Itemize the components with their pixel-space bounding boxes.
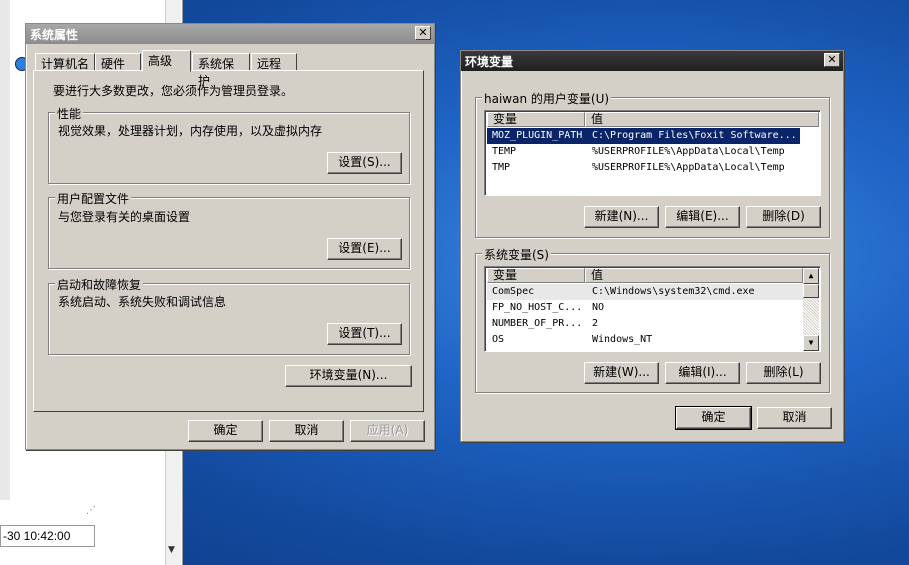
var-name: FP_NO_HOST_C... (492, 302, 583, 313)
var-value: 2 (592, 318, 599, 329)
resize-grip-icon[interactable]: ⋰ (86, 505, 96, 516)
apply-button[interactable]: 应用(A) (350, 420, 425, 442)
user-variables-legend: haiwan 的用户变量(U) (482, 90, 612, 107)
scroll-down-arrow-icon[interactable]: ▼ (168, 545, 175, 555)
user-new-button[interactable]: 新建(N)... (584, 206, 659, 228)
system-col-variable[interactable]: 变量 (487, 268, 585, 283)
var-value: C:\Windows\system32\cmd.exe (592, 286, 755, 297)
tab-remote[interactable]: 远程 (251, 53, 297, 71)
var-value: NO (592, 302, 605, 313)
env-ok-button[interactable]: 确定 (675, 406, 752, 430)
var-name: ComSpec (492, 286, 535, 297)
user-delete-button[interactable]: 删除(D) (746, 206, 821, 228)
environment-variables-titlebar[interactable]: 环境变量 ✕ (461, 51, 843, 71)
scroll-down-arrow-icon[interactable]: ▼ (803, 335, 819, 351)
user-col-value[interactable]: 值 (585, 112, 819, 127)
system-properties-titlebar[interactable]: 系统属性 ✕ (26, 24, 434, 44)
env-cancel-button[interactable]: 取消 (757, 407, 832, 429)
close-icon[interactable]: ✕ (824, 53, 840, 67)
list-item[interactable]: ComSpec C:\Windows\system32\cmd.exe (487, 284, 803, 300)
user-profiles-legend: 用户配置文件 (55, 190, 132, 207)
scroll-thumb[interactable] (803, 284, 819, 298)
background-window-panel (0, 0, 10, 500)
user-profiles-description: 与您登录有关的桌面设置 (58, 210, 191, 224)
tab-computer-name[interactable]: 计算机名 (35, 53, 95, 71)
environment-variables-title: 环境变量 (465, 55, 514, 69)
environment-variables-button[interactable]: 环境变量(N)... (285, 365, 412, 387)
datetime-field[interactable]: -30 10:42:00 (0, 525, 95, 547)
var-name: TMP (492, 162, 511, 173)
performance-settings-button[interactable]: 设置(S)... (327, 152, 402, 174)
system-delete-button[interactable]: 删除(L) (746, 362, 821, 384)
user-edit-button[interactable]: 编辑(E)... (665, 206, 740, 228)
cancel-button[interactable]: 取消 (269, 420, 344, 442)
admin-note: 要进行大多数更改，您必须作为管理员登录。 (53, 84, 294, 98)
list-item[interactable]: OS Windows_NT (487, 332, 803, 348)
system-properties-title: 系统属性 (30, 28, 79, 42)
list-item[interactable]: TEMP %USERPROFILE%\AppData\Local\Temp (487, 144, 820, 160)
tab-system-protection[interactable]: 系统保护 (192, 53, 250, 88)
var-value: %USERPROFILE%\AppData\Local\Temp (592, 146, 785, 157)
var-value: Windows_NT (592, 334, 653, 345)
system-list-scrollbar[interactable]: ▲ ▼ (803, 268, 819, 351)
close-icon[interactable]: ✕ (415, 26, 431, 40)
user-profiles-settings-button[interactable]: 设置(E)... (327, 238, 402, 260)
list-item[interactable]: MOZ_PLUGIN_PATH C:\Program Files\Foxit S… (487, 128, 800, 144)
scroll-up-arrow-icon[interactable]: ▲ (803, 268, 819, 284)
list-item[interactable]: FP_NO_HOST_C... NO (487, 300, 803, 316)
list-item[interactable]: TMP %USERPROFILE%\AppData\Local\Temp (487, 160, 820, 176)
var-name: NUMBER_OF_PR... (492, 318, 583, 329)
startup-recovery-settings-button[interactable]: 设置(T)... (327, 323, 402, 345)
tab-hardware[interactable]: 硬件 (95, 53, 141, 71)
system-col-value[interactable]: 值 (585, 268, 803, 283)
var-name: MOZ_PLUGIN_PATH (492, 130, 583, 141)
var-name: TEMP (492, 146, 517, 157)
list-item[interactable]: NUMBER_OF_PR... 2 (487, 316, 803, 332)
system-variables-legend: 系统变量(S) (482, 246, 551, 263)
var-name: OS (492, 334, 505, 345)
system-new-button[interactable]: 新建(W)... (584, 362, 659, 384)
var-value: C:\Program Files\Foxit Software... (592, 130, 797, 141)
startup-recovery-legend: 启动和故障恢复 (55, 276, 144, 293)
user-col-variable[interactable]: 变量 (487, 112, 585, 127)
performance-legend: 性能 (55, 105, 84, 122)
performance-description: 视觉效果，处理器计划，内存使用，以及虚拟内存 (58, 124, 323, 138)
startup-recovery-description: 系统启动、系统失败和调试信息 (58, 295, 227, 309)
ok-button[interactable]: 确定 (188, 420, 263, 442)
tab-advanced[interactable]: 高级 (142, 50, 191, 72)
system-edit-button[interactable]: 编辑(I)... (665, 362, 740, 384)
user-variables-list[interactable]: 变量 值 MOZ_PLUGIN_PATH C:\Program Files\Fo… (484, 110, 821, 196)
system-variables-list[interactable]: 变量 值 ComSpec C:\Windows\system32\cmd.exe… (484, 266, 821, 352)
var-value: %USERPROFILE%\AppData\Local\Temp (592, 162, 785, 173)
